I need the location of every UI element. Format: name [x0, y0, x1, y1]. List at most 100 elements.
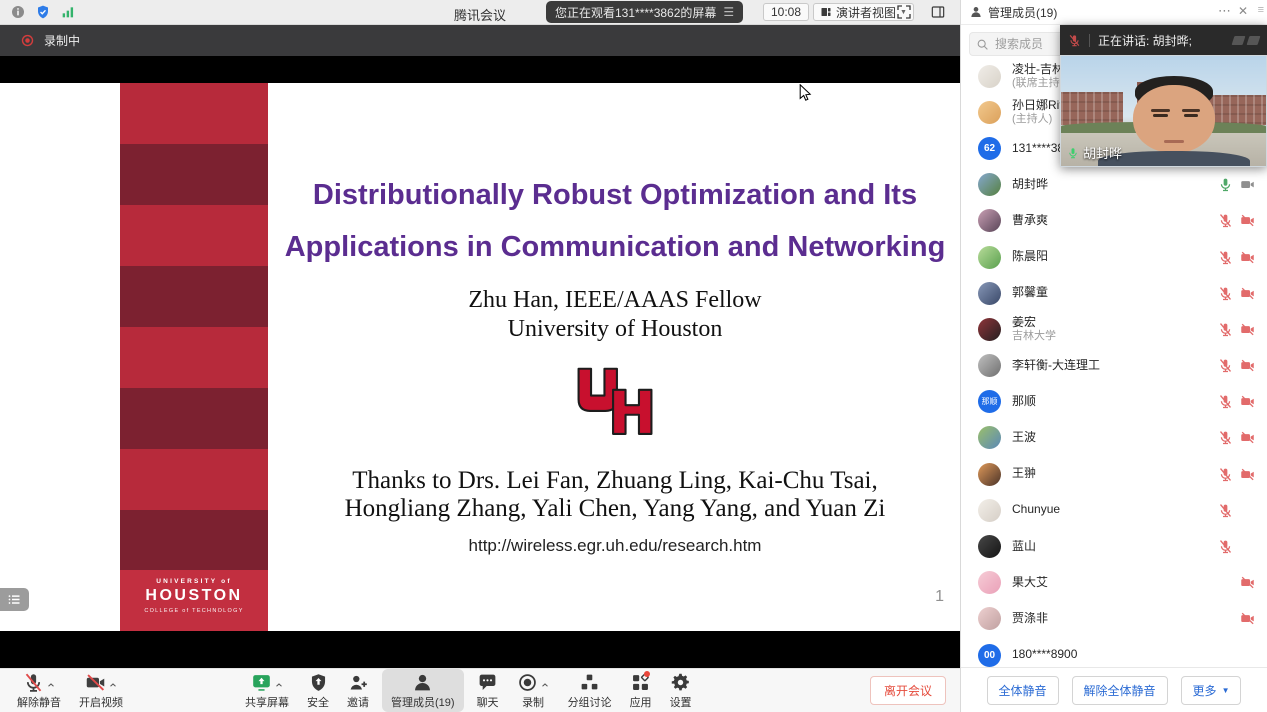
mic-status-icon	[1218, 322, 1233, 337]
participant-row[interactable]: 果大艾	[961, 565, 1267, 601]
person-icon	[969, 5, 983, 19]
mic-status-icon	[1218, 430, 1233, 445]
toolbar-start-video-button[interactable]: 开启视频	[79, 671, 123, 710]
speaker-video-window[interactable]: 正在讲话: 胡封晔; 胡封晔	[1060, 25, 1267, 167]
camera-status-icon	[1240, 250, 1255, 265]
camera-status-icon	[1240, 611, 1255, 626]
layout-icon[interactable]	[1247, 36, 1261, 45]
record-dot-icon	[20, 33, 35, 48]
mute-all-button[interactable]: 全体静音	[987, 676, 1059, 705]
toolbar-breakout-rooms-button[interactable]: 分组讨论	[568, 671, 612, 710]
chevron-up-icon[interactable]	[540, 677, 550, 687]
tencent-meeting-window: 腾讯会议 您正在观看131****3862的屏幕 ☰ 10:08 演讲者视图 ▼…	[0, 0, 1267, 712]
layout-icon[interactable]	[1232, 36, 1246, 45]
participant-name: 那顺	[1012, 395, 1218, 409]
panel-toggle-icon[interactable]	[930, 4, 946, 20]
toolbar-item-label: 聊天	[477, 694, 499, 710]
participant-row[interactable]: 贾涤非	[961, 601, 1267, 637]
participant-name: 曹承爽	[1012, 214, 1218, 228]
mic-status-icon	[1218, 213, 1233, 228]
participant-name: 李轩衡-大连理工	[1012, 359, 1218, 373]
watching-banner[interactable]: 您正在观看131****3862的屏幕 ☰	[546, 1, 743, 23]
chat-icon	[477, 672, 498, 693]
slide-page-number: 1	[935, 588, 944, 606]
participant-row[interactable]: 郭馨童	[961, 275, 1267, 311]
avatar	[978, 607, 1001, 630]
toolbar-share-screen-button[interactable]: 共享屏幕	[245, 671, 289, 710]
unmute-all-button[interactable]: 解除全体静音	[1072, 676, 1168, 705]
fullscreen-icon[interactable]	[896, 4, 912, 20]
avatar: 那顺	[978, 390, 1001, 413]
avatar	[978, 101, 1001, 124]
recording-bar: 录制中	[0, 24, 960, 56]
toolbar-apps-button[interactable]: 应用	[630, 671, 652, 710]
participant-row[interactable]: 蓝山	[961, 528, 1267, 564]
shared-screen-area: UNIVERSITY of HOUSTON COLLEGE of TECHNOL…	[0, 56, 960, 668]
avatar	[978, 65, 1001, 88]
video-window-controls[interactable]	[1233, 36, 1259, 45]
chevron-down-icon: ▼	[1222, 686, 1230, 695]
breakout-icon	[579, 672, 600, 693]
toolbar-item-label: 录制	[522, 694, 544, 710]
video-background-building	[1061, 92, 1123, 125]
participant-name: 王波	[1012, 431, 1218, 445]
gear-icon	[670, 672, 691, 693]
participant-row[interactable]: 王波	[961, 420, 1267, 456]
toolbar-item-label: 共享屏幕	[245, 694, 289, 710]
avatar	[978, 535, 1001, 558]
speaker-video-feed[interactable]: 胡封晔	[1060, 55, 1267, 167]
toolbar-settings-button[interactable]: 设置	[670, 671, 692, 710]
participant-row[interactable]: 曹承爽	[961, 203, 1267, 239]
chevron-up-icon[interactable]	[46, 677, 56, 687]
toolbar-chat-button[interactable]: 聊天	[477, 671, 499, 710]
participant-row[interactable]: 胡封晔	[961, 167, 1267, 203]
toolbar-item-label: 安全	[307, 694, 329, 710]
invite-icon	[348, 672, 369, 693]
avatar	[978, 354, 1001, 377]
participant-row[interactable]: 那顺 那顺	[961, 384, 1267, 420]
mic-status-icon	[1218, 394, 1233, 409]
camera-status-icon	[1240, 467, 1255, 482]
close-icon[interactable]: ✕	[1238, 4, 1248, 18]
members-icon	[412, 672, 433, 693]
participant-row[interactable]: 00 180****8900	[961, 637, 1267, 668]
now-speaking-label: 正在讲话: 胡封晔;	[1098, 32, 1233, 49]
participant-row[interactable]: 王翀	[961, 456, 1267, 492]
slide-url: http://wireless.egr.uh.edu/research.htm	[270, 536, 960, 556]
meeting-toolbar: 解除静音 开启视频 共享屏幕 安全	[0, 668, 960, 712]
camera-status-icon	[1240, 286, 1255, 301]
toolbar-unmute-button[interactable]: 解除静音	[17, 671, 61, 710]
toolbar-manage-members-button[interactable]: 管理成员(19)	[382, 669, 464, 712]
annotation-list-button[interactable]	[0, 588, 29, 611]
uh-interlock-logo	[569, 363, 661, 449]
camera-status-icon	[1240, 213, 1255, 228]
info-icon[interactable]	[10, 4, 26, 20]
participant-row[interactable]: 姜宏 吉林大学	[961, 311, 1267, 347]
more-button[interactable]: 更多▼	[1181, 676, 1242, 705]
participant-row[interactable]: 陈晨阳	[961, 239, 1267, 275]
avatar	[978, 499, 1001, 522]
more-options-icon[interactable]: ⋯	[1218, 3, 1231, 19]
participant-role: 吉林大学	[1012, 330, 1218, 343]
camera-status-icon	[1240, 322, 1255, 337]
drag-handle-icon[interactable]: ≡	[1258, 4, 1264, 16]
toolbar-security-button[interactable]: 安全	[307, 671, 329, 710]
participant-name: 180****8900	[1012, 648, 1218, 662]
mic-status-icon	[1218, 358, 1233, 373]
shield-icon[interactable]	[35, 4, 51, 20]
avatar	[978, 463, 1001, 486]
signal-bars-icon[interactable]	[60, 4, 76, 20]
slide-title-line1: Distributionally Robust Optimization and…	[270, 179, 960, 212]
record-icon	[517, 672, 538, 693]
participant-row[interactable]: 李轩衡-大连理工	[961, 348, 1267, 384]
participant-row[interactable]: Chunyue	[961, 492, 1267, 528]
leave-meeting-button[interactable]: 离开会议	[870, 676, 946, 705]
toolbar-record-button[interactable]: 录制	[517, 671, 550, 710]
video-window-titlebar[interactable]: 正在讲话: 胡封晔;	[1060, 25, 1267, 55]
banner-menu-icon[interactable]: ☰	[723, 6, 734, 18]
toolbar-invite-button[interactable]: 邀请	[347, 671, 369, 710]
active-mic-icon	[1067, 147, 1079, 159]
chevron-up-icon[interactable]	[274, 677, 284, 687]
shield-icon	[308, 672, 329, 693]
chevron-up-icon[interactable]	[108, 677, 118, 687]
